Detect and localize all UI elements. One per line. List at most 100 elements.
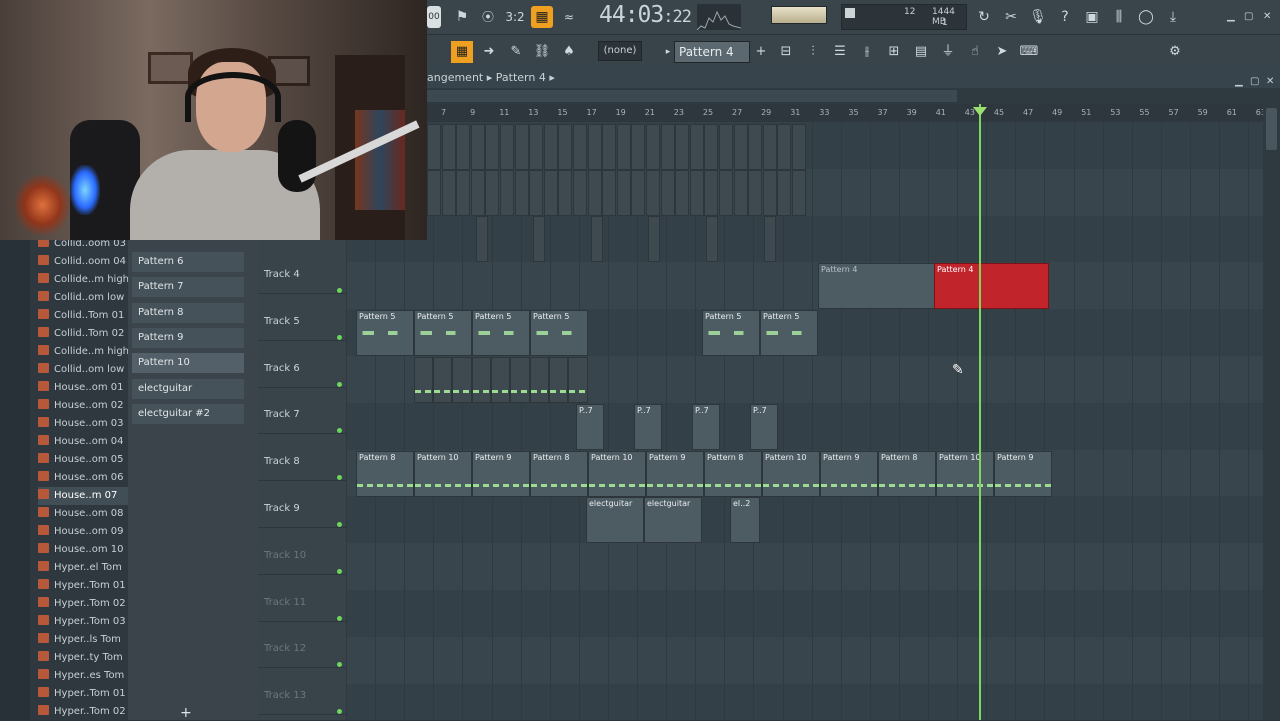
- playlist-clip[interactable]: Pattern 8: [530, 450, 588, 497]
- playlist-clip[interactable]: [587, 124, 602, 170]
- playlist-clip[interactable]: [568, 357, 588, 403]
- browser-item[interactable]: House..om 01: [38, 379, 123, 397]
- track-enable-icon[interactable]: [337, 334, 342, 340]
- playlist-clip[interactable]: [689, 170, 704, 216]
- eq-icon[interactable]: ⫲: [856, 41, 878, 63]
- playlist-clip[interactable]: Pattern 9: [472, 450, 530, 497]
- playlist-clip[interactable]: [470, 124, 485, 170]
- snap-select[interactable]: (none): [598, 41, 642, 61]
- playlist-clip[interactable]: P..7: [576, 403, 604, 450]
- playlist-clip[interactable]: [470, 170, 485, 216]
- browser-item[interactable]: Hyper..es Tom: [38, 667, 124, 685]
- playlist-clip[interactable]: Pattern 5: [702, 310, 760, 357]
- maximize-icon[interactable]: ▢: [1244, 11, 1253, 22]
- playlist-clip[interactable]: [616, 170, 631, 216]
- track-lane[interactable]: [346, 262, 1263, 310]
- playlist-clip[interactable]: [491, 357, 510, 403]
- save-icon[interactable]: ▣: [1081, 6, 1103, 28]
- pattern-selector[interactable]: Pattern 4: [674, 41, 750, 63]
- playlist-clip[interactable]: P..7: [634, 403, 662, 450]
- close-icon[interactable]: ✕: [1263, 11, 1271, 22]
- track-lane[interactable]: [346, 683, 1263, 720]
- browser-item[interactable]: Hyper..Tom 03: [38, 613, 126, 631]
- vertical-scrollbar[interactable]: [1263, 104, 1280, 720]
- playlist-clip[interactable]: [764, 216, 776, 262]
- playlist-clip[interactable]: Pattern 5: [530, 310, 588, 357]
- playlist-clip[interactable]: [456, 124, 471, 170]
- timeline-ruler[interactable]: 7 9 11 13 15 17 19 21 23 25 27 29 31 33 35 37 39 41 43 45 47…: [427, 104, 1266, 122]
- playlist-clip[interactable]: [529, 170, 544, 216]
- playlist-clip[interactable]: P..7: [692, 403, 720, 450]
- playlist-clip[interactable]: [558, 170, 573, 216]
- playlist-clip[interactable]: [602, 124, 617, 170]
- playlist-clip[interactable]: Pattern 5: [356, 310, 414, 357]
- scrollbar-thumb[interactable]: [427, 90, 957, 102]
- playlist-clip[interactable]: [648, 216, 660, 262]
- browser-item[interactable]: Collide..m high: [38, 343, 129, 361]
- track-header[interactable]: Track 11: [258, 575, 346, 622]
- download-icon[interactable]: ⤓: [1162, 6, 1184, 28]
- track-enable-icon[interactable]: [337, 288, 342, 293]
- playlist-clip[interactable]: [476, 216, 488, 262]
- playlist-clip[interactable]: [689, 124, 704, 170]
- browser-item[interactable]: Hyper..el Tom: [38, 559, 122, 577]
- playlist-clip[interactable]: [646, 170, 660, 216]
- playlist-clip[interactable]: [530, 357, 549, 403]
- playlist-clip[interactable]: [549, 357, 568, 403]
- browser-item[interactable]: Collid..Tom 02: [38, 325, 124, 343]
- playlist-clip[interactable]: [792, 124, 806, 170]
- playlist-clip[interactable]: [762, 124, 777, 170]
- playlist-clip[interactable]: el..2: [730, 497, 760, 544]
- mixer-icon[interactable]: ⫼: [1108, 6, 1130, 28]
- playlist-clip[interactable]: [441, 124, 456, 170]
- playlist-clip[interactable]: Pattern 9: [820, 450, 878, 497]
- track-header[interactable]: Track 9: [258, 481, 346, 528]
- browser-item[interactable]: House..om 09: [38, 523, 123, 541]
- playlist-clip[interactable]: [704, 170, 719, 216]
- playlist-clip[interactable]: [675, 124, 690, 170]
- pointer-icon[interactable]: ➤: [991, 41, 1013, 63]
- browser-item[interactable]: Hyper..Tom 02: [38, 595, 126, 613]
- playlist-clip[interactable]: [485, 124, 500, 170]
- playlist-clip[interactable]: [441, 170, 456, 216]
- playlist-clip[interactable]: Pattern 10: [588, 450, 646, 497]
- playlist-clip[interactable]: [719, 170, 733, 216]
- tools-icon[interactable]: ✂: [1000, 6, 1022, 28]
- playlist-clip[interactable]: Pattern 5: [472, 310, 530, 357]
- playlist-clip[interactable]: [660, 124, 675, 170]
- playlist-clip[interactable]: Pattern 5: [414, 310, 472, 357]
- record-mode-icon[interactable]: ▦: [531, 6, 553, 28]
- browser-item[interactable]: Hyper..Tom 02: [38, 703, 126, 721]
- track-enable-icon[interactable]: [337, 568, 342, 574]
- track-lane[interactable]: [346, 590, 1263, 637]
- playlist-clip[interactable]: Pattern 8: [356, 450, 414, 497]
- browser-item[interactable]: Hyper..Tom 01: [38, 685, 126, 703]
- playlist-clip[interactable]: [514, 124, 529, 170]
- track-enable-icon[interactable]: [337, 381, 342, 387]
- playlist-clip[interactable]: Pattern 4: [818, 263, 935, 310]
- track-lane[interactable]: [346, 636, 1263, 684]
- track-header[interactable]: Track 5: [258, 294, 346, 341]
- playlist-clip[interactable]: [427, 170, 441, 216]
- playlist-clip[interactable]: Pattern 8: [878, 450, 936, 497]
- playlist-clip[interactable]: [485, 170, 500, 216]
- playlist-clip[interactable]: [792, 170, 806, 216]
- playlist-clip[interactable]: [762, 170, 777, 216]
- track-enable-icon[interactable]: [337, 522, 342, 527]
- track-header[interactable]: Track 6: [258, 341, 346, 388]
- playlist-clip[interactable]: [733, 170, 748, 216]
- track-enable-icon[interactable]: [337, 615, 342, 621]
- browser-item[interactable]: House..om 06: [38, 469, 123, 487]
- channel-rack-icon[interactable]: ⫶: [802, 41, 824, 63]
- arrow-icon[interactable]: ➜: [478, 41, 500, 63]
- playlist-clip[interactable]: [472, 357, 491, 403]
- loop-record-icon[interactable]: ⦿: [477, 6, 499, 28]
- chat-icon[interactable]: ◯: [1135, 6, 1157, 28]
- playlist-clip[interactable]: P..7: [750, 403, 778, 450]
- playlist-clip[interactable]: [558, 124, 573, 170]
- playlist-clip[interactable]: [456, 170, 471, 216]
- browser-item[interactable]: House..om 08: [38, 505, 123, 523]
- browser-item[interactable]: Collid..om low: [38, 361, 124, 379]
- piano-roll-icon[interactable]: ⊟: [775, 41, 797, 63]
- touch-icon[interactable]: ☝: [964, 41, 986, 63]
